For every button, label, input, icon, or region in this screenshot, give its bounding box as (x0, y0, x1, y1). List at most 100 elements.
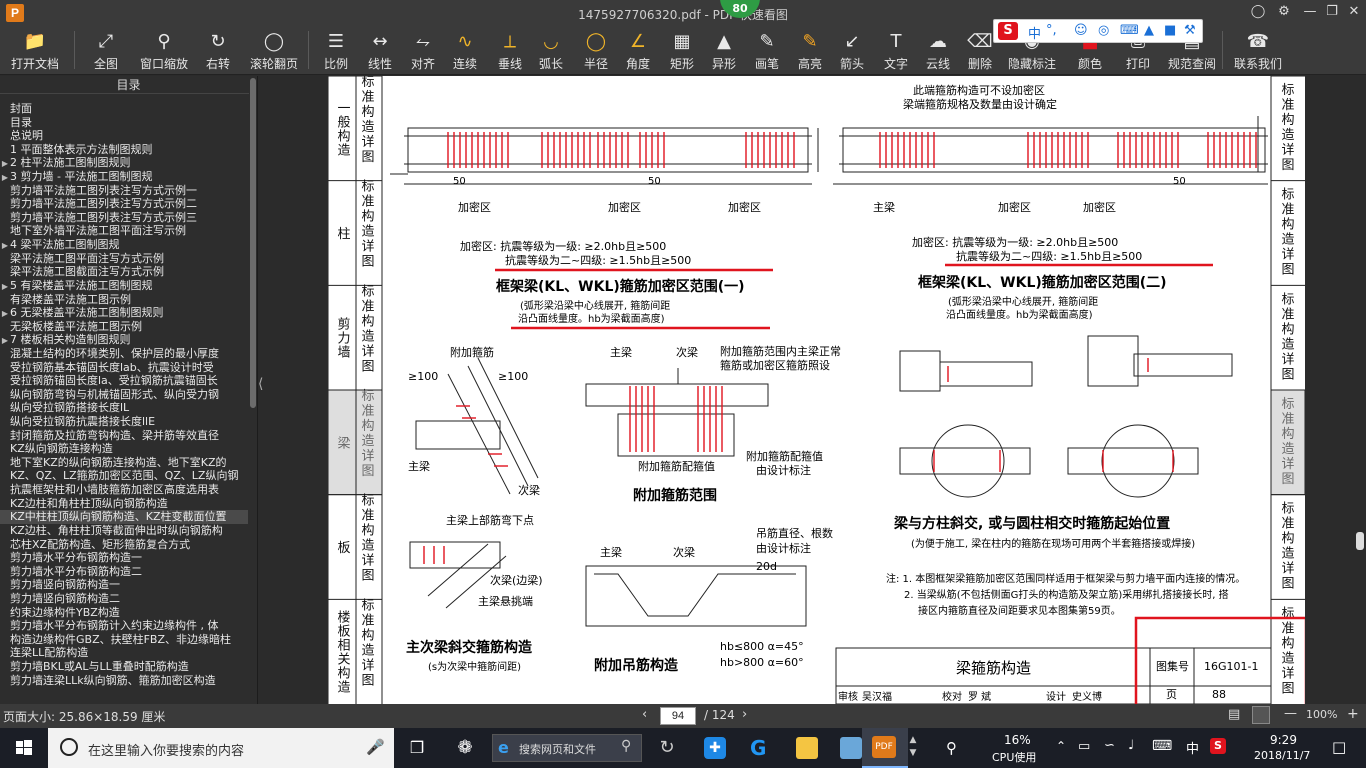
toc-item[interactable]: 剪力墙水平分布钢筋计入约束边缘构件 , 体 (0, 619, 248, 633)
toc-item[interactable]: 剪力墙平法施工图列表注写方式示例二 (0, 197, 248, 211)
toc-item[interactable]: 连梁LL配筋构造 (0, 646, 248, 660)
browser-search-box[interactable]: e 搜索网页和文件 ⚲ (492, 734, 642, 762)
toc-item[interactable]: 剪力墙BKL或AL与LL重叠时配筋构造 (0, 660, 248, 674)
toc-item[interactable]: 封面 (0, 102, 248, 116)
toc-item[interactable]: 剪力墙竖向钢筋构造二 (0, 592, 248, 606)
toolbar-button-12[interactable]: ∠ 角度 (620, 25, 656, 75)
toolbar-button-17[interactable]: ↙ 箭头 (834, 25, 870, 75)
emoji-icon[interactable]: ☺ (1074, 23, 1088, 38)
toc-item[interactable]: ▶ 4 梁平法施工图制图规 (0, 238, 248, 252)
toc-item[interactable]: 地下室KZ的纵向钢筋连接构造、地下室KZ的 (0, 456, 248, 470)
expand-arrow-icon[interactable]: ▶ (0, 334, 10, 347)
next-page-icon[interactable]: › (742, 707, 747, 722)
toc-item[interactable]: 封闭箍筋及拉筋弯钩构造、梁并筋等效直径 (0, 429, 248, 443)
touch-keyboard-icon[interactable]: ⌨ (1152, 738, 1172, 754)
toc-item[interactable]: 梁平法施工图平面注写方式示例 (0, 252, 248, 266)
toolbar-button-9[interactable]: ⟂ 垂线 (492, 25, 528, 75)
microphone-icon[interactable]: 🎤 (366, 738, 385, 756)
cortana-icon[interactable] (60, 738, 78, 756)
viewer-scroll-thumb[interactable] (1356, 532, 1364, 550)
toolbar-button-15[interactable]: ✎ 画笔 (749, 25, 785, 75)
toc-item[interactable]: 梁平法施工图截面注写方式示例 (0, 265, 248, 279)
clock-date[interactable]: 2018/11/7 (1254, 749, 1310, 762)
toc-item[interactable]: 芯柱XZ配筋构造、矩形箍筋复合方式 (0, 538, 248, 552)
toc-item[interactable]: 剪力墙平法施工图列表注写方式示例一 (0, 184, 248, 198)
ime-indicator[interactable]: 中 (1186, 738, 1199, 757)
sogou-tray-icon[interactable]: S (1210, 738, 1226, 754)
task-view-icon[interactable]: ❒ (394, 728, 440, 768)
expand-arrow-icon[interactable]: ▶ (0, 171, 10, 184)
toolbar-button-6[interactable]: ↔ 线性 (362, 25, 398, 75)
toolbar-button-4[interactable]: ◯ 滚轮翻页 (246, 25, 302, 75)
zoom-out-icon[interactable]: — (1284, 706, 1297, 721)
toc-item[interactable]: 目录 (0, 116, 248, 130)
ime-toolbar[interactable]: S 中 °, ☺ ◎ ⌨ ▲ ■ ⚒ (993, 19, 1203, 43)
collapse-sidebar-button[interactable]: ⟨ (258, 376, 268, 400)
user-icon[interactable]: ◯ (1248, 3, 1268, 21)
sidebar-scrollbar[interactable] (249, 76, 257, 704)
expand-arrow-icon[interactable]: ▶ (0, 239, 10, 252)
wifi-icon[interactable]: ∽ (1104, 738, 1115, 753)
toc-item[interactable]: ▶ 7 楼板相关构造制图规则 (0, 333, 248, 347)
start-button[interactable] (0, 728, 48, 768)
browser-icon[interactable]: ↻ (644, 728, 690, 768)
toc-item[interactable]: 混凝土结构的环境类别、保护层的最小厚度 (0, 347, 248, 361)
toolbar-button-14[interactable]: ▲ 异形 (706, 25, 742, 75)
toc-item[interactable]: 受拉钢筋基本锚固长度lab、抗震设计时受 (0, 361, 248, 375)
people-icon[interactable]: ⚲ (946, 739, 957, 757)
expand-arrow-icon[interactable]: ▶ (0, 280, 10, 293)
toc-item[interactable]: 纵向受拉钢筋抗震搭接长度llE (0, 415, 248, 429)
g-app-icon[interactable]: G (738, 728, 784, 768)
sidebar-scroll-thumb[interactable] (250, 78, 256, 408)
notification-center-icon[interactable]: □ (1332, 738, 1346, 756)
sogou-logo-icon[interactable]: S (998, 22, 1018, 40)
tools-icon[interactable]: ⚒ (1184, 23, 1196, 38)
feishu-app-icon[interactable]: ✚ (692, 728, 738, 768)
toolbar-button-11[interactable]: ◯ 半径 (578, 25, 614, 75)
toc-item[interactable]: 纵向受拉钢筋搭接长度lL (0, 401, 248, 415)
clock-time[interactable]: 9:29 (1270, 733, 1297, 747)
toolbar-button-3[interactable]: ↻ 右转 (200, 25, 236, 75)
toc-item[interactable]: 地下室外墙平法施工图平面注写示例 (0, 224, 248, 238)
toolbar-button-25[interactable]: ☎ 联系我们 (1232, 25, 1284, 75)
toolbar-button-10[interactable]: ◡ 弧长 (533, 25, 569, 75)
toc-item[interactable]: 纵向钢筋弯钩与机械锚固形式、纵向受力钢 (0, 388, 248, 402)
expand-arrow-icon[interactable]: ▶ (0, 307, 10, 320)
toc-item[interactable]: KZ中柱柱顶纵向钢筋构造、KZ柱变截面位置 (0, 510, 248, 524)
single-page-icon[interactable]: ▤ (1228, 707, 1240, 722)
keyboard-icon[interactable]: ⌨ (1120, 23, 1139, 38)
toc-item[interactable]: ▶ 6 无梁楼盖平法施工图制图规则 (0, 306, 248, 320)
pdf-viewer-task-icon[interactable]: PDF (862, 728, 908, 768)
toc-item[interactable]: 约束边缘构件YBZ构造 (0, 606, 248, 620)
document-viewer[interactable]: 一般构造标准构造详图柱标准构造详图剪力墙标准构造详图梁标准构造详图板标准构造详图… (268, 76, 1353, 704)
toolbar-button-0[interactable]: 📁 打开文档 (10, 25, 60, 75)
expand-arrow-icon[interactable]: ▶ (0, 157, 10, 170)
toc-item[interactable]: 剪力墙连梁LLk纵向钢筋、箍筋加密区构造 (0, 674, 248, 688)
toc-item[interactable]: 剪力墙竖向钢筋构造一 (0, 578, 248, 592)
toc-item[interactable]: 受拉钢筋锚固长度la、受拉钢筋抗震锚固长 (0, 374, 248, 388)
battery-icon[interactable]: ▭ (1078, 739, 1090, 754)
toc-item[interactable]: KZ边柱、角柱柱顶等截面伸出时纵向钢筋构 (0, 524, 248, 538)
volume-icon[interactable]: ♩ (1128, 738, 1134, 753)
toc-item[interactable]: KZ、QZ、LZ箍筋加密区范围、QZ、LZ纵向钢 (0, 469, 248, 483)
toc-item[interactable]: 剪力墙平法施工图列表注写方式示例三 (0, 211, 248, 225)
toc-item[interactable]: KZ纵向钢筋连接构造 (0, 442, 248, 456)
toolbar-button-19[interactable]: ☁ 云线 (920, 25, 956, 75)
toc-item[interactable]: ▶ 2 柱平法施工图制图规则 (0, 156, 248, 170)
toc-item[interactable]: ▶ 3 剪力墙 - 平法施工图制图规 (0, 170, 248, 184)
toolbar-button-7[interactable]: ⥊ 对齐 (405, 25, 441, 75)
pinwheel-icon[interactable]: ❁ (442, 728, 488, 768)
toolbar-button-5[interactable]: ☰ 比例 (318, 25, 354, 75)
toc-item[interactable]: 总说明 (0, 129, 248, 143)
toolbar-button-8[interactable]: ∿ 连续 (447, 25, 483, 75)
taskbar-scroll-icon[interactable]: ▲ ▼ (906, 728, 920, 768)
toc-item[interactable]: 1 平面整体表示方法制图规则 (0, 143, 248, 157)
prev-page-icon[interactable]: ‹ (642, 707, 647, 722)
toolbar-button-18[interactable]: T 文字 (878, 25, 914, 75)
microphone-icon[interactable]: ◎ (1098, 23, 1109, 38)
toc-item[interactable]: 构造边缘构件GBZ、扶壁柱FBZ、非边缘暗柱 (0, 633, 248, 647)
search-icon[interactable]: ⚲ (621, 738, 631, 754)
toc-item[interactable]: 剪力墙水平分布钢筋构造二 (0, 565, 248, 579)
skin-icon[interactable]: ▲ (1144, 23, 1154, 38)
toc-item[interactable]: KZ边柱和角柱柱顶纵向钢筋构造 (0, 497, 248, 511)
